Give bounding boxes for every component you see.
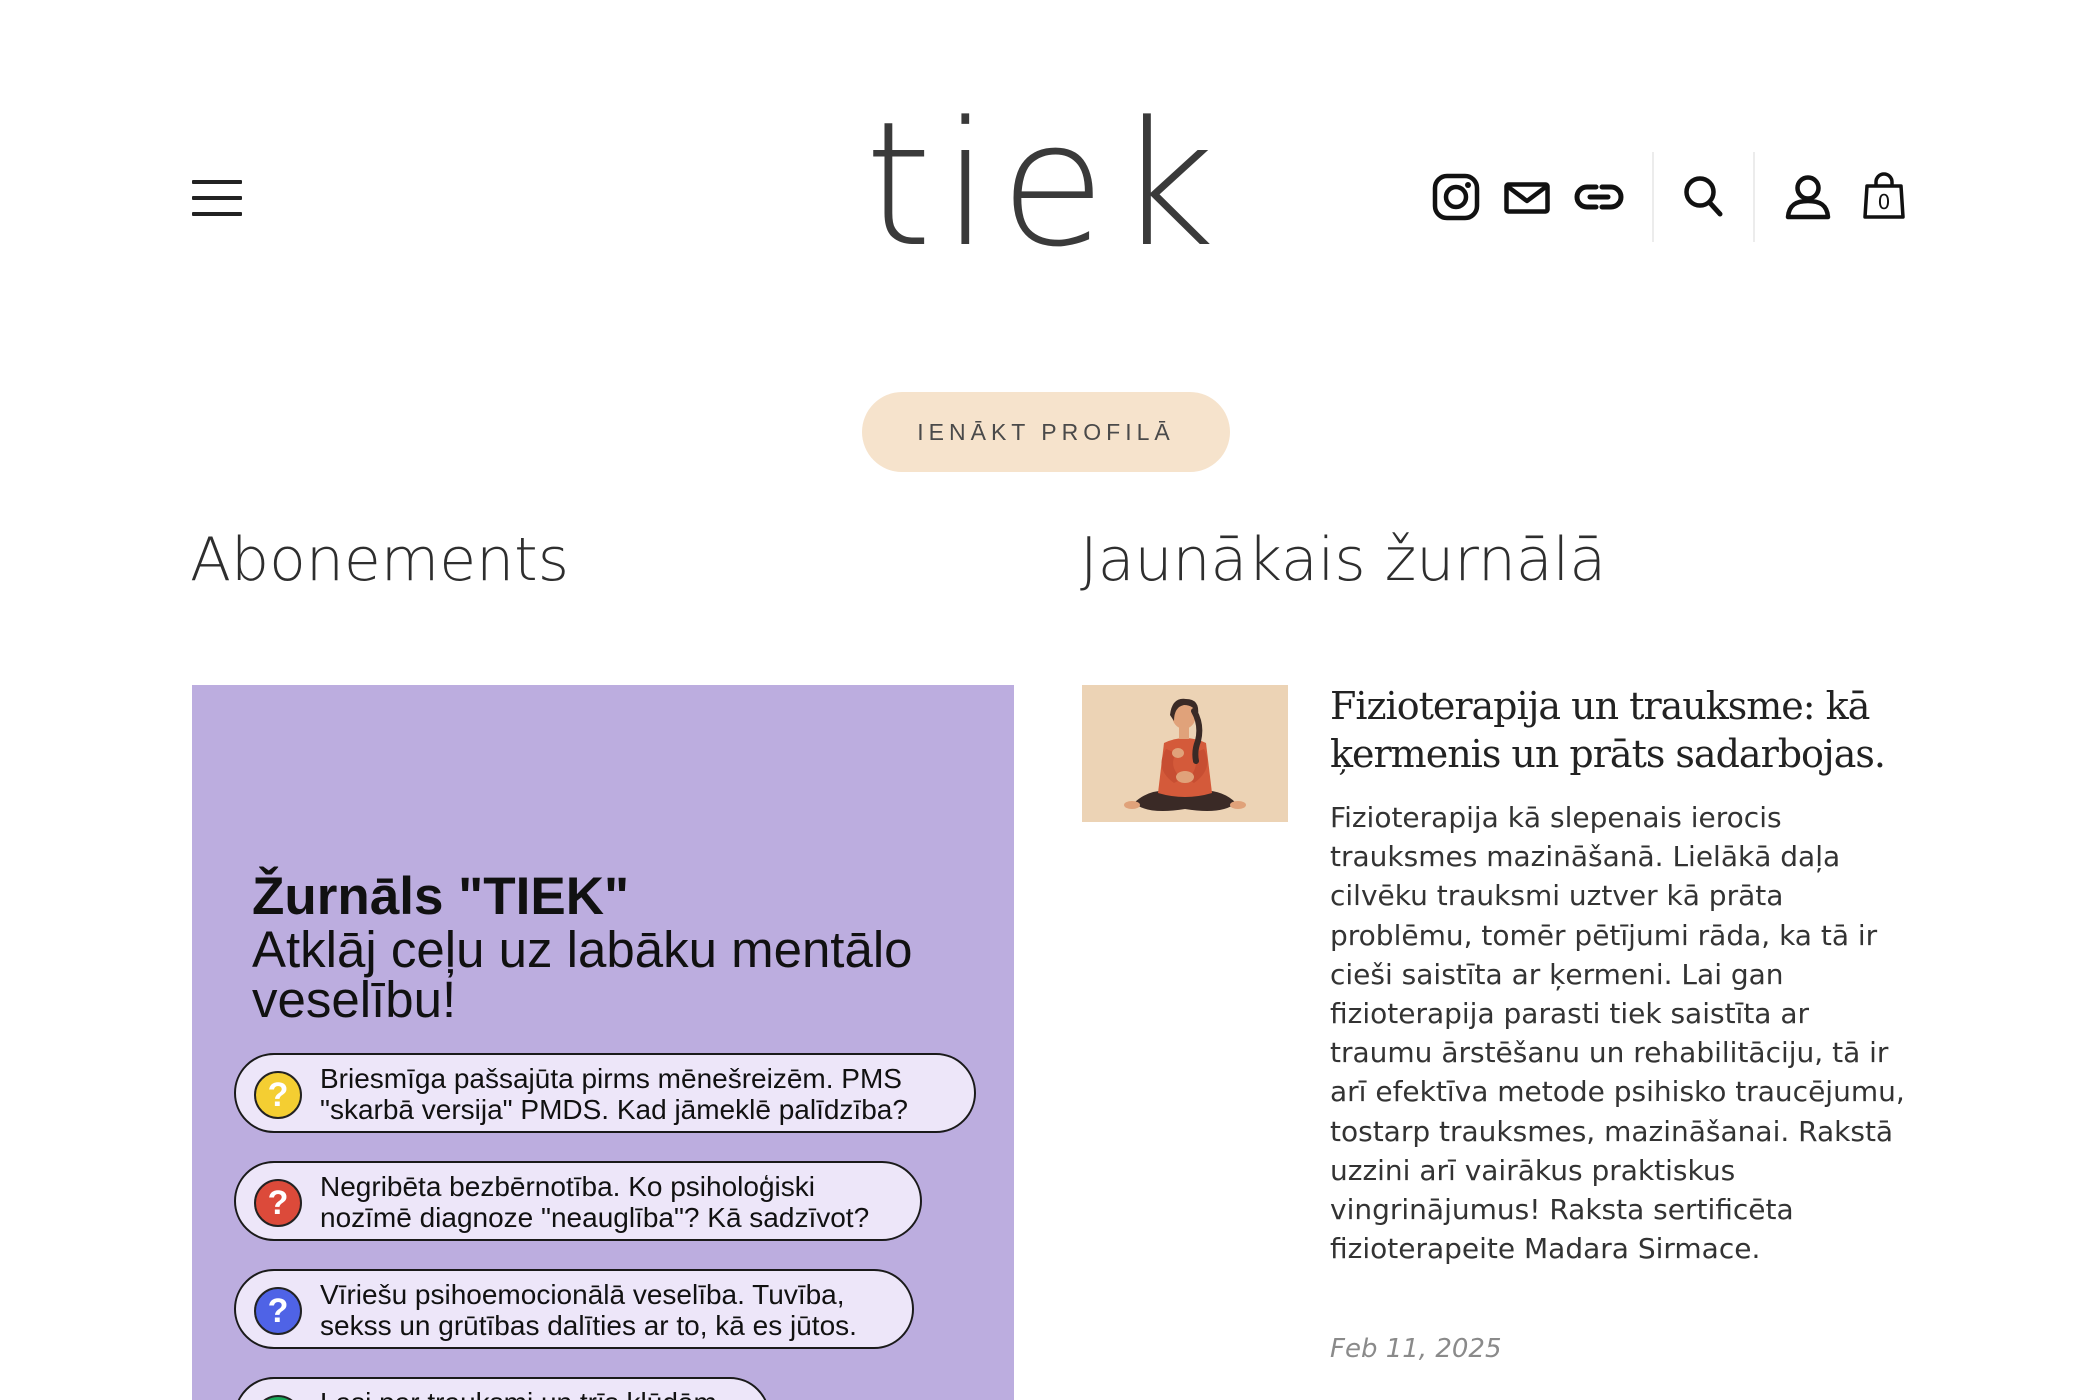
- login-profile-button[interactable]: IENĀKT PROFILĀ: [862, 392, 1230, 472]
- promo-topic-item: ? Vīriešu psihoemocionālā veselība. Tuvī…: [234, 1269, 914, 1349]
- question-icon: ?: [254, 1287, 302, 1335]
- link-icon[interactable]: [1574, 180, 1624, 214]
- promo-topic-line: Briesmīga pašsajūta pirms mēnešreizēm. P…: [320, 1063, 902, 1094]
- header-divider: [1753, 152, 1755, 242]
- promo-subtitle: Atklāj ceļu uz labāku mentālo veselību!: [252, 921, 913, 1028]
- question-icon: ?: [254, 1395, 302, 1400]
- promo-topic-text: Briesmīga pašsajūta pirms mēnešreizēm. P…: [320, 1063, 950, 1125]
- promo-topic-line: Negribēta bezbērnotība. Ko psiholoģiski: [320, 1171, 815, 1202]
- article-title[interactable]: Fizioterapija un trauksme: kā ķermenis u…: [1330, 682, 1920, 778]
- question-icon: ?: [254, 1179, 302, 1227]
- mail-icon[interactable]: [1504, 182, 1550, 214]
- meditating-woman-illustration: [1082, 685, 1288, 822]
- journal-heading: Jaunākais žurnālā: [1080, 525, 1607, 595]
- promo-topic-line: Lasi par trauksmi un trīs kļūdām: [320, 1387, 744, 1400]
- promo-topic-item: ? Lasi par trauksmi un trīs kļūdām: [234, 1377, 770, 1400]
- promo-topic-line: "skarbā versija" PMDS. Kad jāmeklē palīd…: [320, 1094, 908, 1125]
- header-divider: [1652, 152, 1654, 242]
- question-icon: ?: [254, 1071, 302, 1119]
- promo-title: Žurnāls "TIEK": [252, 867, 630, 926]
- menu-bar: [192, 180, 242, 184]
- promo-topic-item: ? Negribēta bezbērnotība. Ko psiholoģisk…: [234, 1161, 922, 1241]
- promo-topic-text: Vīriešu psihoemocionālā veselība. Tuvība…: [320, 1279, 888, 1341]
- user-icon[interactable]: [1785, 174, 1831, 220]
- promo-topic-line: nozīmē diagnoze "neauglība"? Kā sadzīvot…: [320, 1202, 870, 1233]
- promo-topic-text: Negribēta bezbērnotība. Ko psiholoģiski …: [320, 1171, 896, 1233]
- promo-topic-text: Lasi par trauksmi un trīs kļūdām: [320, 1387, 744, 1400]
- promo-topic-line: Vīriešu psihoemocionālā veselība. Tuvība…: [320, 1279, 845, 1310]
- instagram-icon[interactable]: [1432, 173, 1480, 221]
- subscription-heading: Abonements: [190, 525, 569, 595]
- cart-count: 0: [1877, 190, 1891, 214]
- menu-bar: [192, 196, 242, 200]
- menu-bar: [192, 212, 242, 216]
- article-thumbnail[interactable]: [1082, 685, 1288, 822]
- promo-topic-item: ? Briesmīga pašsajūta pirms mēnešreizēm.…: [234, 1053, 976, 1133]
- site-logo[interactable]: tiek: [845, 95, 1245, 275]
- article-excerpt: Fizioterapija kā slepenais ierocis trauk…: [1330, 801, 1905, 1266]
- hamburger-menu-icon[interactable]: [192, 180, 242, 216]
- search-icon[interactable]: [1683, 175, 1723, 217]
- subscription-promo-card[interactable]: Žurnāls "TIEK" Atklāj ceļu uz labāku men…: [192, 685, 1014, 1400]
- article-date: Feb 11, 2025: [1330, 1334, 1502, 1364]
- promo-topic-line: sekss un grūtības dalīties ar to, kā es …: [320, 1310, 857, 1341]
